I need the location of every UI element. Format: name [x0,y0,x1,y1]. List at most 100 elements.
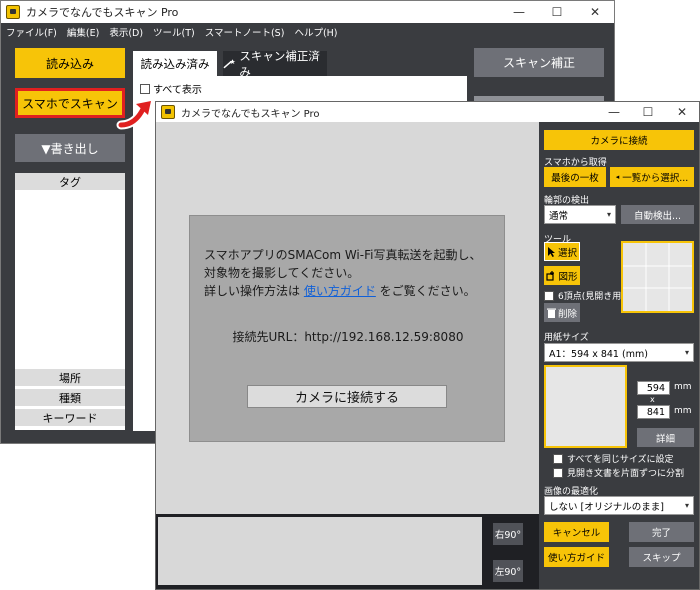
height-input[interactable]: 841 [637,405,670,419]
menu-bar: ファイル(F) 編集(E) 表示(D) ツール(T) スマートノート(S) ヘル… [1,23,614,41]
six-points-label: 6頂点(見開き用) [558,292,625,302]
menu-file[interactable]: ファイル(F) [1,25,62,39]
menu-tools[interactable]: ツール(T) [148,25,200,39]
tab-corrected-label: スキャン補正済み [239,48,320,79]
menu-help[interactable]: ヘルプ(H) [289,25,342,39]
optimize-value: しない [オリジナルのまま] [549,501,664,513]
details-button[interactable]: 詳細 [637,428,694,447]
thumbnail-strip: 右90° 左90° [156,514,539,589]
section-type[interactable]: 種類 [15,389,125,406]
height-unit: mm [674,406,692,416]
smartphone-scan-button[interactable]: スマホでスキャン [15,88,125,118]
section-place[interactable]: 場所 [15,369,125,386]
scan-correct-button[interactable]: スキャン補正 [474,48,604,77]
same-size-checkbox[interactable]: すべてを同じサイズに設定 [553,452,674,465]
split-spread-box[interactable] [553,467,563,478]
tag-header[interactable]: タグ [15,173,125,190]
section-keyword[interactable]: キーワード [15,409,125,426]
shape-icon [546,270,555,281]
menu-smartnote[interactable]: スマートノート(S) [200,25,290,39]
instruction-line-2: 対象物を撮影してください。 [204,266,360,280]
connect-camera-button[interactable]: カメラに接続 [544,130,694,150]
auto-detect-button[interactable]: 自動検出... [621,205,694,224]
show-all-box[interactable] [140,83,150,94]
delete-icon [546,308,556,318]
dialog-minimize-button[interactable]: — [597,102,631,122]
show-all-checkbox[interactable]: すべて表示 [140,81,202,96]
scan-dialog: カメラでなんでもスキャン Pro — ☐ ✕ スマホアプリのSMACom Wi-… [155,101,700,590]
contour-mode-value: 通常 [549,210,569,222]
select-from-list-button[interactable]: ◂ 一覧から選択... [610,167,694,187]
instruction-line-1: スマホアプリのSMACom Wi-Fi写真転送を起動し、 [204,248,482,262]
contour-mode-select[interactable]: 通常 ▾ [544,205,616,224]
tool-delete-button[interactable]: 削除 [544,303,580,322]
tool-delete-label: 削除 [557,308,577,320]
instruction-line-3-pre: 詳しい操作方法は [204,284,304,298]
tool-shape-button[interactable]: 図形 [544,266,580,285]
done-button[interactable]: 完了 [629,522,694,542]
tab-corrected[interactable]: スキャン補正済み [223,49,327,79]
paper-size-select[interactable]: A1：594 x 841 (mm) ▾ [544,343,694,362]
minimize-button[interactable]: — [500,1,538,23]
optimize-select[interactable]: しない [オリジナルのまま] ▾ [544,496,694,515]
instruction-text: スマホアプリのSMACom Wi-Fi写真転送を起動し、 対象物を撮影してくださ… [204,246,499,300]
cancel-button[interactable]: キャンセル [544,522,609,542]
rotate-right-button[interactable]: 右90° [493,523,523,545]
menu-view[interactable]: 表示(D) [104,25,148,39]
tool-select-button[interactable]: 選択 [544,242,580,261]
maximize-button[interactable]: ☐ [538,1,576,23]
export-button[interactable]: ▼書き出し [15,134,125,162]
tool-select-label: 選択 [557,247,577,259]
width-input[interactable]: 594 [637,381,670,395]
dialog-close-button[interactable]: ✕ [665,102,699,122]
chevron-down-icon: ▾ [684,501,689,510]
tool-shape-label: 図形 [558,271,578,283]
instruction-line-3-post: をご覧ください。 [375,284,476,298]
select-from-list-label: 一覧から選択... [622,173,689,184]
connection-message-box: スマホアプリのSMACom Wi-Fi写真転送を起動し、 対象物を撮影してくださ… [189,215,505,442]
connect-camera-large-button[interactable]: カメラに接続する [247,385,447,408]
load-button[interactable]: 読み込み [15,48,125,78]
times-sign: x [650,395,655,404]
chevron-down-icon: ▾ [684,348,689,357]
paper-size-value: A1：594 x 841 (mm) [549,348,648,360]
split-spread-checkbox[interactable]: 見開き文書を片面ずつに分割 [553,466,684,479]
paper-preview [544,365,627,448]
close-button[interactable]: ✕ [576,1,614,23]
menu-edit[interactable]: 編集(E) [62,25,104,39]
main-titlebar: カメラでなんでもスキャン Pro — ☐ ✕ [1,1,614,23]
guide-button[interactable]: 使い方ガイド [544,547,609,567]
skip-button[interactable]: スキップ [629,547,694,567]
split-spread-label: 見開き文書を片面ずつに分割 [567,469,685,479]
dialog-title: カメラでなんでもスキャン Pro [181,108,320,120]
app-camera-icon [6,5,20,19]
dialog-titlebar: カメラでなんでもスキャン Pro — ☐ ✕ [156,102,699,122]
tag-sections: 場所 種類 キーワード [15,369,125,426]
six-points-box[interactable] [544,290,554,301]
rotate-left-button[interactable]: 左90° [493,560,523,582]
window-controls: — ☐ ✕ [500,1,614,23]
dialog-app-icon [161,105,175,119]
grid-preview-icon [623,243,692,311]
list-arrow-icon: ◂ [615,173,620,181]
connection-url: 接続先URL：http://192.168.12.59:8080 [232,330,464,344]
main-window-title: カメラでなんでもスキャン Pro [26,6,179,19]
dialog-window-controls: — ☐ ✕ [597,102,699,122]
control-panel: カメラに接続 スマホから取得 最後の一枚 ◂ 一覧から選択... 輪郭の検出 通常… [539,122,699,589]
six-points-checkbox[interactable]: 6頂点(見開き用) [544,289,625,302]
cursor-icon [547,246,555,257]
preview-area: スマホアプリのSMACom Wi-Fi写真転送を起動し、 対象物を撮影してくださ… [156,122,539,514]
contour-preview [621,241,694,313]
guide-link[interactable]: 使い方ガイド [304,284,376,298]
tab-loaded[interactable]: 読み込み済み [133,51,217,76]
thumbnail-area[interactable] [158,517,482,585]
instruction-line-3: 詳しい操作方法は 使い方ガイド をご覧ください。 [204,282,499,300]
show-all-label: すべて表示 [153,85,202,96]
width-unit: mm [674,382,692,392]
paper-size-label: 用紙サイズ [544,333,589,343]
same-size-label: すべてを同じサイズに設定 [567,455,674,465]
dialog-maximize-button[interactable]: ☐ [631,102,665,122]
same-size-box[interactable] [553,453,563,464]
last-one-button[interactable]: 最後の一枚 [544,167,606,187]
tag-panel: タグ 場所 種類 キーワード [15,173,125,430]
